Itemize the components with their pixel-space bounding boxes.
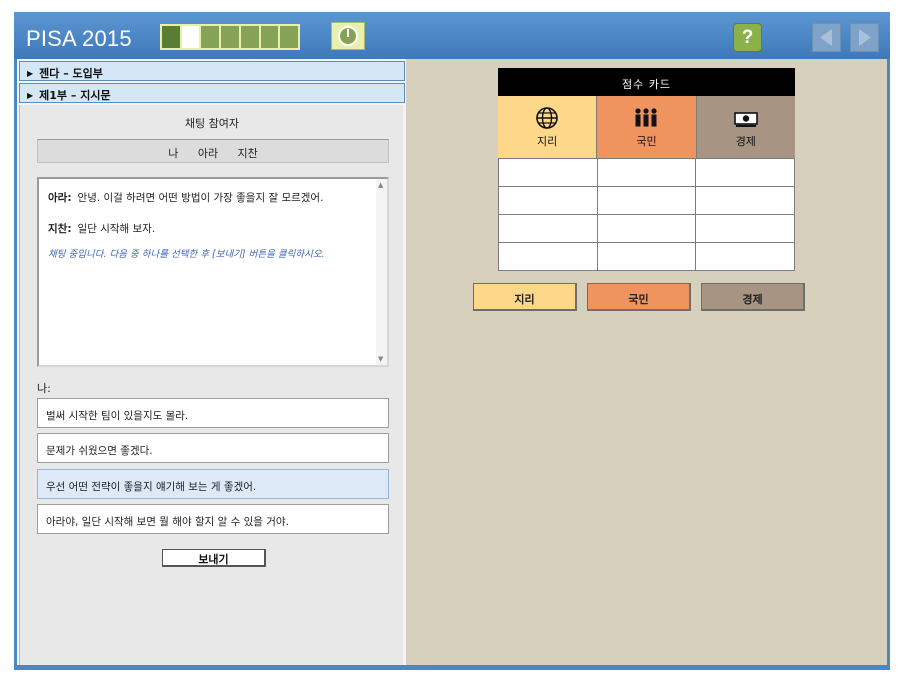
score-row [499, 186, 794, 214]
score-cell [596, 187, 696, 214]
score-cell [596, 215, 696, 242]
progress-segment [162, 26, 180, 48]
category-buttons: 지리 국민 경제 [473, 283, 805, 311]
back-arrow-icon [820, 29, 832, 46]
progress-indicator [160, 24, 300, 50]
chat-option[interactable]: 벌써 시작한 팀이 있을지도 몰라. [37, 398, 389, 428]
message-speaker: 지찬: [48, 223, 72, 235]
scroll-up-icon[interactable]: ▲ [378, 181, 383, 189]
question-icon: ? [741, 26, 754, 48]
score-grid [498, 158, 795, 271]
right-panel: 점수 카드 지리 국민 경제 지리 국민 경제 [406, 59, 887, 665]
section-tab-instructions[interactable]: ▶ 제1부 – 지시문 [19, 83, 405, 103]
score-cell [695, 159, 794, 186]
timer-button[interactable] [331, 22, 365, 50]
category-label: 지리 [537, 135, 558, 148]
message-speaker: 아라: [48, 192, 72, 204]
score-card-header: 지리 국민 경제 [498, 96, 795, 158]
section-tab-intro[interactable]: ▶ 젠다 – 도입부 [19, 61, 405, 81]
my-response-label: 나: [37, 382, 51, 395]
people-button[interactable]: 국민 [587, 283, 691, 311]
help-button[interactable]: ? [733, 23, 762, 52]
category-people: 국민 [596, 96, 696, 158]
progress-segment [240, 26, 259, 48]
send-button[interactable]: 보내기 [162, 549, 266, 567]
people-icon [635, 108, 658, 127]
chat-option[interactable]: 아라야, 일단 시작해 보면 뭘 해야 할지 알 수 있을 거야. [37, 504, 389, 534]
next-arrow-icon [859, 29, 871, 46]
clock-icon [338, 26, 358, 46]
app-title: PISA 2015 [26, 26, 132, 51]
progress-segment [280, 26, 299, 48]
message-text: 안녕. 이걸 하려면 어떤 방법이 가장 좋을지 잘 모르겠어. [77, 192, 324, 204]
score-cell [596, 243, 696, 270]
chat-instruction: 채팅 중입니다. 다음 중 하나를 선택한 후 [보내기] 버튼을 클릭하시오. [48, 249, 325, 260]
progress-segment [260, 26, 279, 48]
chat-scrollbar[interactable]: ▲ ▼ [376, 179, 387, 365]
geography-button[interactable]: 지리 [473, 283, 577, 311]
score-cell [695, 243, 794, 270]
chat-panel: 채팅 참여자 나 아라 지찬 아라: 안녕. 이걸 하려면 어떤 방법이 가장 좋… [19, 105, 403, 665]
score-row [499, 242, 794, 270]
money-icon [734, 112, 758, 127]
top-bar: PISA 2015 ? [14, 12, 890, 59]
progress-segment [201, 26, 220, 48]
scroll-down-icon[interactable]: ▼ [378, 355, 383, 363]
score-cell [499, 187, 597, 214]
section-tab-label: 젠다 – 도입부 [39, 67, 103, 80]
message-text: 일단 시작해 보자. [77, 223, 156, 235]
triangle-right-icon: ▶ [27, 91, 34, 100]
progress-segment [221, 26, 239, 48]
participants-title: 채팅 참여자 [184, 117, 240, 130]
score-cell [499, 215, 597, 242]
participants-list: 나 아라 지찬 [37, 139, 389, 163]
left-panel: ▶ 젠다 – 도입부 ▶ 제1부 – 지시문 채팅 참여자 나 아라 지찬 아라: 안… [17, 59, 406, 665]
chat-log[interactable]: 아라: 안녕. 이걸 하려면 어떤 방법이 가장 좋을지 잘 모르겠어. 지찬: 일… [37, 177, 389, 367]
category-geography: 지리 [498, 96, 597, 158]
chat-message: 지찬: 일단 시작해 보자. [48, 221, 155, 236]
back-button[interactable] [812, 23, 841, 52]
globe-icon [536, 107, 558, 129]
triangle-right-icon: ▶ [27, 69, 34, 78]
score-card-title: 점수 카드 [498, 68, 795, 96]
progress-segment [181, 26, 200, 48]
chat-option[interactable]: 문제가 쉬웠으면 좋겠다. [37, 433, 389, 463]
category-economy: 경제 [695, 96, 795, 158]
app-window: PISA 2015 ? ▶ 젠다 – 도입부 ▶ 제1부 – 지시문 채팅 참여… [14, 12, 890, 670]
section-tab-label: 제1부 – 지시문 [39, 89, 111, 102]
economy-button[interactable]: 경제 [701, 283, 805, 311]
next-button[interactable] [850, 23, 879, 52]
score-card: 점수 카드 지리 국민 경제 [498, 68, 795, 271]
category-label: 국민 [636, 135, 657, 148]
score-cell [499, 159, 597, 186]
score-cell [499, 243, 597, 270]
score-row [499, 158, 794, 186]
score-cell [695, 215, 794, 242]
score-row [499, 214, 794, 242]
category-label: 경제 [735, 135, 756, 148]
chat-message: 아라: 안녕. 이걸 하려면 어떤 방법이 가장 좋을지 잘 모르겠어. [48, 190, 323, 205]
chat-option-selected[interactable]: 우선 어떤 전략이 좋을지 얘기해 보는 게 좋겠어. [37, 469, 389, 499]
score-cell [695, 187, 794, 214]
score-cell [596, 159, 696, 186]
